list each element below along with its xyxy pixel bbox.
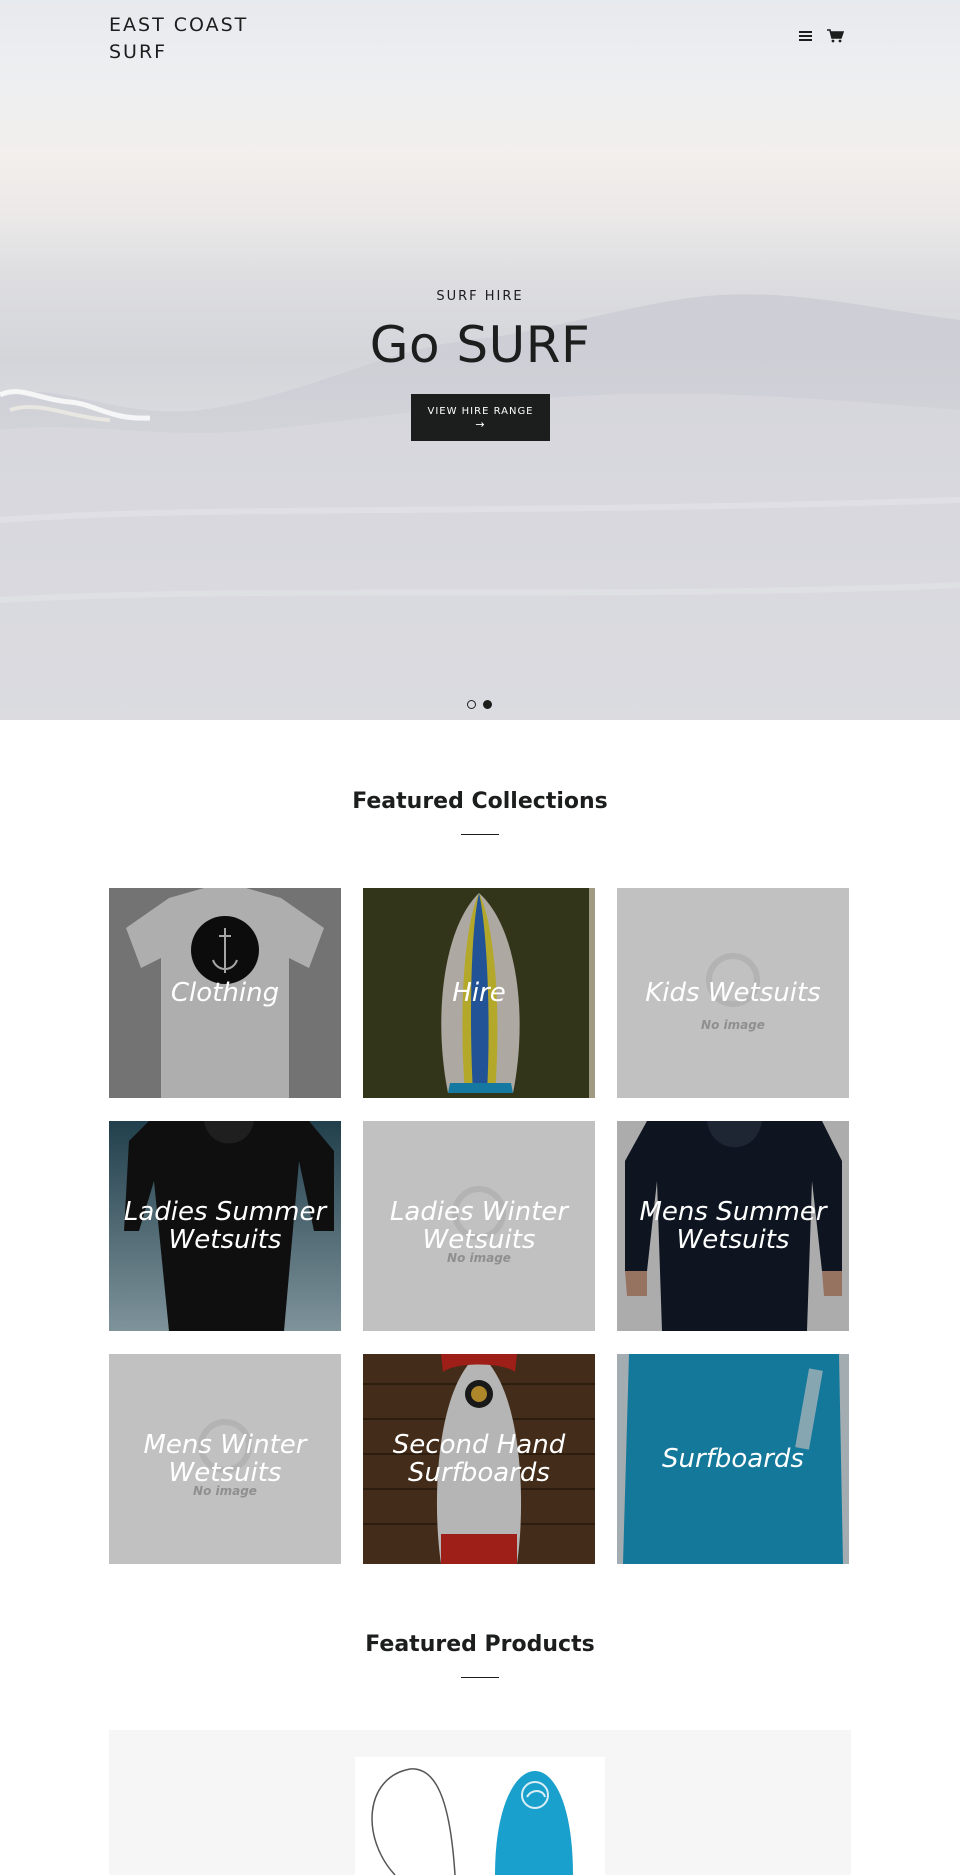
collection-tile-ladies-summer-wetsuits[interactable]: Ladies Summer Wetsuits xyxy=(109,1121,341,1331)
collection-tile-surfboards[interactable]: Surfboards xyxy=(617,1354,849,1564)
collection-tile-kids-wetsuits[interactable]: No image Kids Wetsuits xyxy=(617,888,849,1098)
view-hire-range-label: VIEW HIRE RANGE xyxy=(427,406,534,417)
surfboards-product-image xyxy=(371,1768,573,1875)
collection-label: Mens Winter Wetsuits xyxy=(143,1430,307,1488)
collection-tile-mens-summer-wetsuits[interactable]: Mens Summer Wetsuits xyxy=(617,1121,849,1331)
hamburger-menu-icon[interactable] xyxy=(797,28,815,44)
collection-label: Hire xyxy=(452,978,506,1008)
section-divider xyxy=(461,834,499,835)
collection-label: Mens Summer Wetsuits xyxy=(639,1197,827,1255)
featured-collections-title: Featured Collections xyxy=(352,789,608,814)
collection-tile-second-hand-surfboards[interactable]: Second Hand Surfboards xyxy=(363,1354,595,1564)
cart-icon[interactable] xyxy=(826,27,846,45)
hero-kicker: SURF HIRE xyxy=(436,289,524,304)
collection-label: Second Hand Surfboards xyxy=(392,1430,566,1488)
collection-label: Clothing xyxy=(170,978,280,1008)
arrow-right-icon: → xyxy=(475,418,486,431)
view-hire-range-button[interactable]: VIEW HIRE RANGE → xyxy=(411,394,550,441)
collection-label: Ladies Summer Wetsuits xyxy=(123,1197,327,1255)
featured-products-title: Featured Products xyxy=(365,1632,595,1657)
featured-product-image[interactable] xyxy=(355,1757,605,1875)
no-image-text: No image xyxy=(701,1018,765,1032)
collection-label: Kids Wetsuits xyxy=(645,978,821,1008)
section-divider xyxy=(461,1677,499,1678)
slideshow-dots xyxy=(467,700,497,710)
hero-slideshow: EAST COAST SURF SURF HIRE Go SURF VIEW H… xyxy=(0,0,960,720)
hero-title: Go SURF xyxy=(369,316,591,374)
collection-tile-clothing[interactable]: Clothing xyxy=(109,888,341,1098)
slide-dot-1[interactable] xyxy=(467,700,476,709)
collection-tile-hire[interactable]: Hire xyxy=(363,888,595,1098)
collection-tile-mens-winter-wetsuits[interactable]: No image Mens Winter Wetsuits xyxy=(109,1354,341,1564)
collection-label: Surfboards xyxy=(662,1444,804,1474)
collection-tile-ladies-winter-wetsuits[interactable]: No image Ladies Winter Wetsuits xyxy=(363,1121,595,1331)
slide-dot-2[interactable] xyxy=(483,700,492,709)
site-logo[interactable]: EAST COAST SURF xyxy=(109,12,309,66)
collection-label: Ladies Winter Wetsuits xyxy=(389,1197,569,1255)
